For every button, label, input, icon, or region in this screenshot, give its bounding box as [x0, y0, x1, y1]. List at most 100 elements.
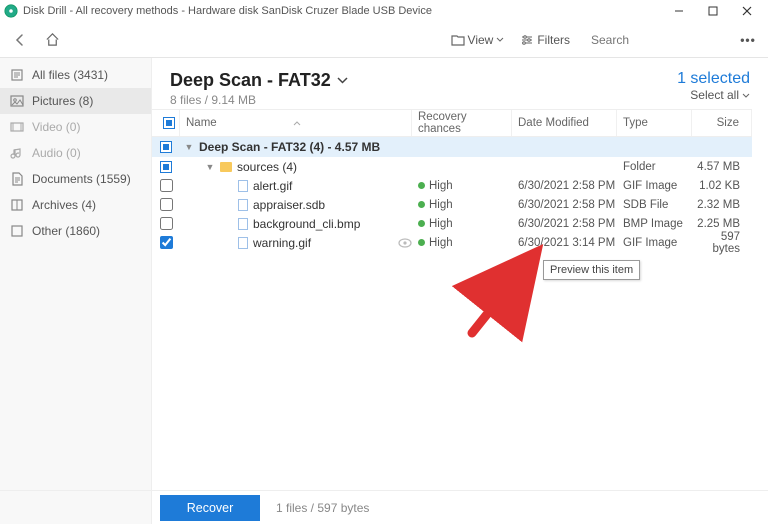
size-value: 1.02 KB: [692, 180, 752, 192]
status-text: 1 files / 597 bytes: [276, 501, 369, 515]
size-value: 4.57 MB: [692, 161, 752, 173]
status-dot: [418, 239, 425, 246]
date-value: 6/30/2021 2:58 PM: [512, 218, 617, 230]
file-icon: [238, 180, 248, 192]
chevron-down-icon: [496, 37, 504, 42]
minimize-button[interactable]: [662, 0, 696, 22]
sidebar-item-video[interactable]: Video (0): [0, 114, 151, 140]
search-box[interactable]: [580, 31, 730, 49]
sidebar-item-other[interactable]: Other (1860): [0, 218, 151, 244]
preview-icon[interactable]: [398, 238, 412, 248]
status-dot: [418, 182, 425, 189]
file-icon: [238, 199, 248, 211]
file-name: alert.gif: [253, 179, 292, 193]
sidebar-item-label: Video (0): [32, 120, 141, 134]
checkbox[interactable]: [160, 198, 173, 211]
pictures-icon: [10, 94, 24, 108]
type-value: GIF Image: [617, 180, 692, 192]
sidebar-item-pictures[interactable]: Pictures (8): [0, 88, 151, 114]
type-value: BMP Image: [617, 218, 692, 230]
content-pane: Deep Scan - FAT32 8 files / 9.14 MB 1 se…: [152, 58, 768, 524]
recovery-value: High: [429, 199, 453, 211]
view-dropdown[interactable]: View: [445, 26, 511, 54]
group-row[interactable]: Deep Scan - FAT32 (4) - 4.57 MB: [152, 137, 752, 157]
selection-count: 1 selected: [677, 70, 750, 88]
archives-icon: [10, 198, 24, 212]
app-icon: [4, 4, 18, 18]
file-name: appraiser.sdb: [253, 198, 325, 212]
file-name: warning.gif: [253, 236, 311, 250]
files-icon: [10, 68, 24, 82]
file-name: sources (4): [237, 160, 297, 174]
checkbox[interactable]: [160, 217, 173, 230]
select-all-checkbox[interactable]: [163, 117, 175, 129]
sidebar-item-audio[interactable]: Audio (0): [0, 140, 151, 166]
recovery-value: High: [429, 237, 453, 249]
checkbox[interactable]: [160, 179, 173, 192]
documents-icon: [10, 172, 24, 186]
sidebar-item-label: Pictures (8): [32, 94, 141, 108]
table-header: Name Recovery chances Date Modified Type…: [152, 109, 752, 137]
sidebar-item-documents[interactable]: Documents (1559): [0, 166, 151, 192]
close-button[interactable]: [730, 0, 764, 22]
sidebar-item-label: Archives (4): [32, 198, 141, 212]
file-row[interactable]: warning.gif High 6/30/2021 3:14 PMGIF Imag…: [152, 233, 752, 252]
filters-button[interactable]: Filters: [514, 26, 576, 54]
file-icon: [238, 237, 248, 249]
expand-toggle[interactable]: [184, 142, 194, 152]
recover-button[interactable]: Recover: [160, 495, 260, 521]
col-size[interactable]: Size: [692, 110, 752, 136]
window-title: Disk Drill - All recovery methods - Hard…: [23, 5, 432, 17]
scan-summary: 8 files / 9.14 MB: [170, 93, 677, 107]
sidebar: All files (3431) Pictures (8) Video (0) Aud…: [0, 58, 152, 524]
folder-icon: [220, 162, 232, 172]
back-button[interactable]: [6, 26, 34, 54]
file-icon: [238, 218, 248, 230]
checkbox[interactable]: [160, 161, 172, 173]
date-value: 6/30/2021 2:58 PM: [512, 199, 617, 211]
col-recovery[interactable]: Recovery chances: [412, 110, 512, 136]
checkbox[interactable]: [160, 141, 172, 153]
search-input[interactable]: [591, 33, 746, 47]
sidebar-item-archives[interactable]: Archives (4): [0, 192, 151, 218]
group-label: Deep Scan - FAT32 (4) - 4.57 MB: [199, 140, 380, 154]
other-icon: [10, 224, 24, 238]
home-button[interactable]: [38, 26, 66, 54]
preview-tooltip: Preview this item: [543, 260, 640, 280]
col-date[interactable]: Date Modified: [512, 110, 617, 136]
toolbar: View Filters •••: [0, 22, 768, 58]
size-value: 597 bytes: [692, 231, 752, 255]
folder-icon: [451, 34, 465, 46]
file-row[interactable]: appraiser.sdbHigh6/30/2021 2:58 PMSDB Fi…: [152, 195, 752, 214]
footer: Recover 1 files / 597 bytes: [0, 490, 768, 524]
type-value: Folder: [617, 161, 692, 173]
select-all-dropdown[interactable]: Select all: [677, 88, 750, 102]
view-label: View: [468, 33, 494, 47]
date-value: 6/30/2021 3:14 PM: [512, 237, 617, 249]
sidebar-item-label: Other (1860): [32, 224, 141, 238]
sidebar-item-files[interactable]: All files (3431): [0, 62, 151, 88]
col-type[interactable]: Type: [617, 110, 692, 136]
file-row[interactable]: background_cli.bmpHigh6/30/2021 2:58 PMB…: [152, 214, 752, 233]
sidebar-item-label: Audio (0): [32, 146, 141, 160]
chevron-down-icon: [742, 93, 750, 98]
file-row[interactable]: alert.gif High 6/30/2021 2:58 PMGIF Image1…: [152, 176, 752, 195]
sidebar-item-label: All files (3431): [32, 68, 141, 82]
sliders-icon: [520, 34, 534, 46]
checkbox[interactable]: [160, 236, 173, 249]
chevron-down-icon: [337, 77, 348, 84]
expand-toggle[interactable]: [205, 162, 215, 172]
recovery-value: High: [429, 180, 453, 192]
type-value: GIF Image: [617, 237, 692, 249]
titlebar: Disk Drill - All recovery methods - Hard…: [0, 0, 768, 22]
folder-row[interactable]: sources (4) Folder4.57 MB: [152, 157, 752, 176]
size-value: 2.32 MB: [692, 199, 752, 211]
file-table: Name Recovery chances Date Modified Type…: [152, 109, 768, 317]
more-menu[interactable]: •••: [734, 33, 762, 47]
sort-indicator-icon: [293, 121, 301, 126]
status-dot: [418, 201, 425, 208]
page-title[interactable]: Deep Scan - FAT32: [170, 70, 677, 91]
col-name[interactable]: Name: [180, 110, 412, 136]
date-value: 6/30/2021 2:58 PM: [512, 180, 617, 192]
maximize-button[interactable]: [696, 0, 730, 22]
